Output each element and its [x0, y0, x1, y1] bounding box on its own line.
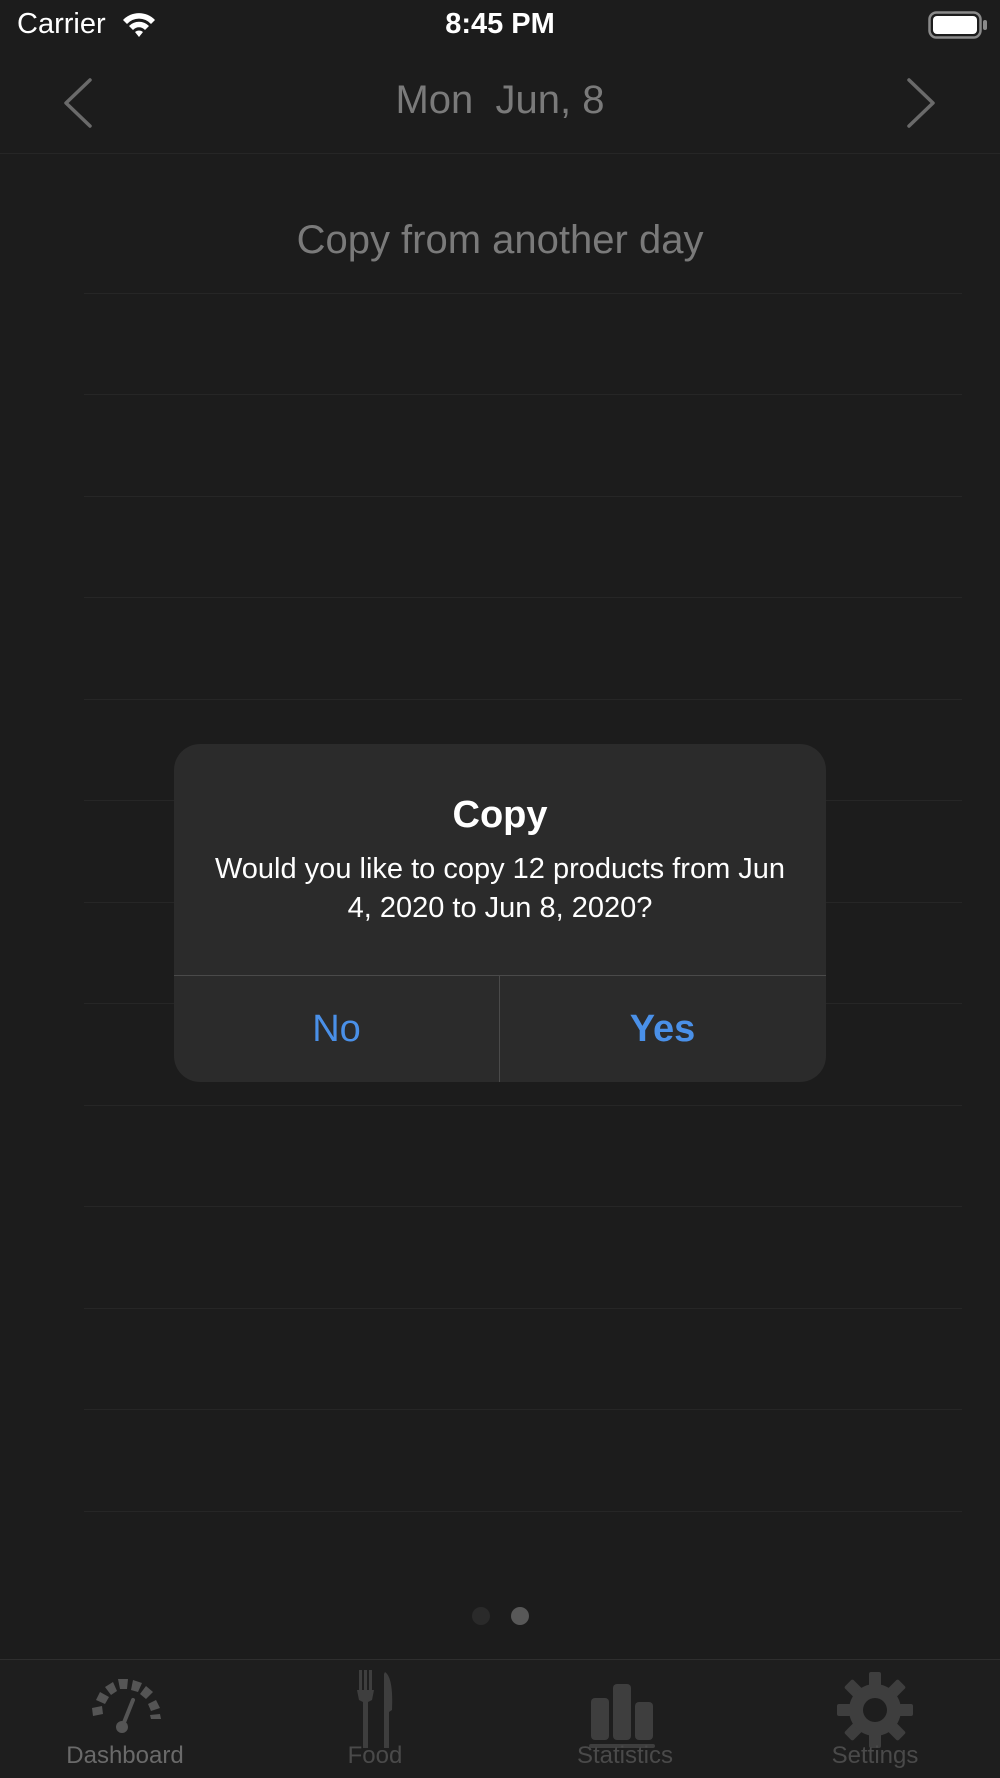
alert-message: Would you like to copy 12 products from …: [214, 853, 786, 924]
yes-button[interactable]: Yes: [500, 976, 825, 1082]
screen: Carrier 8:45 PM Mon Jun, 8 Copy from ano…: [0, 0, 1000, 1778]
no-button[interactable]: No: [174, 976, 499, 1082]
alert-title: Copy: [452, 794, 548, 836]
copy-alert-dialog: Copy Would you like to copy 12 products …: [174, 744, 826, 1082]
